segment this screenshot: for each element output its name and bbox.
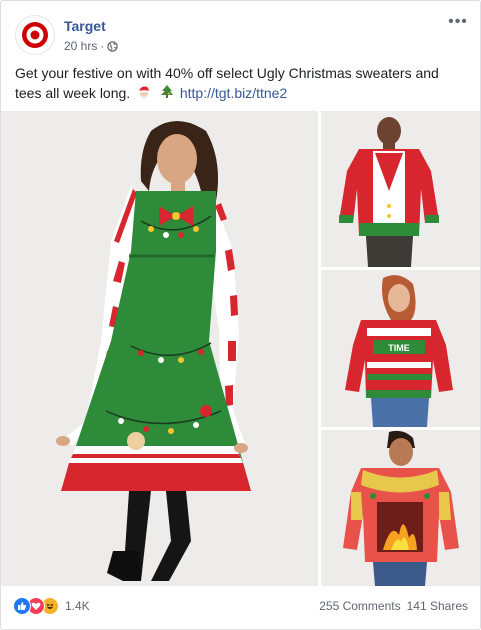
target-logo-avatar[interactable] [15,15,55,55]
post-meta: 20 hrs · [64,39,119,53]
globe-icon [107,40,119,52]
post-link[interactable]: http://tgt.biz/ttne2 [180,85,287,101]
post-timestamp[interactable]: 20 hrs [64,39,97,53]
facebook-post: Target 20 hrs · ••• Get your festive on … [0,0,481,630]
reactions-summary[interactable]: 1.4K [13,597,90,615]
more-options-icon[interactable]: ••• [448,14,468,35]
target-logo-icon [22,22,48,48]
comments-count-link[interactable]: 255 Comments [319,599,400,613]
photo-man-red-vest-sweater[interactable] [321,111,480,267]
photo-woman-green-sweater-dress[interactable] [1,111,318,586]
photo-gallery: TIME [1,111,480,586]
post-body: Get your festive on with 40% off select … [15,63,467,105]
page-name-link[interactable]: Target [64,18,106,34]
engagement-stats: 255 Comments 141 Shares [319,599,468,613]
post-footer: 1.4K 255 Comments 141 Shares [13,586,468,626]
christmas-tree-emoji [160,84,174,105]
post-header: Target 20 hrs · ••• [15,14,470,59]
reaction-count: 1.4K [65,599,90,613]
svg-text:TIME: TIME [388,343,410,353]
photo-man-fireplace-sweater[interactable] [321,430,480,586]
meta-separator: · [100,39,105,53]
like-icon [13,597,31,615]
photo-woman-red-time-sweater[interactable]: TIME [321,270,480,427]
santa-emoji [136,84,152,105]
shares-count-link[interactable]: 141 Shares [407,599,468,613]
